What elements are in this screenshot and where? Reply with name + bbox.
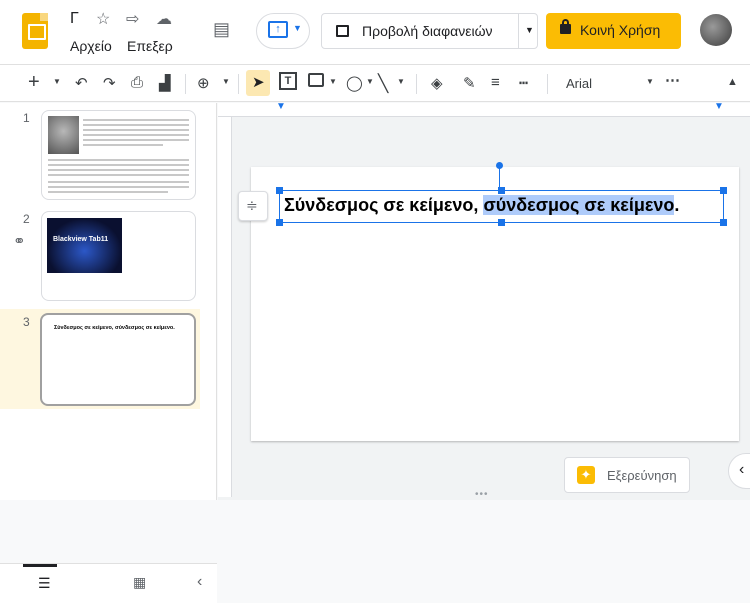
- print-icon[interactable]: ⎙: [131, 74, 143, 91]
- explore-label: Εξερεύνηση: [607, 468, 677, 483]
- border-weight-icon[interactable]: ≡: [491, 74, 500, 91]
- slide-number: 3: [23, 315, 30, 329]
- slide-thumbnail-2[interactable]: Blackview Tab11: [41, 211, 196, 301]
- doc-title[interactable]: Γ: [70, 10, 79, 28]
- more-options-icon[interactable]: ⋯: [665, 71, 680, 89]
- slide-thumbnail-1[interactable]: [41, 110, 196, 200]
- slide-thumbnail-3[interactable]: Σύνδεσμος σε κείμενο, σύνδεσμος σε κείμε…: [40, 313, 196, 406]
- toolbar: + ▼ ↶ ↷ ⎙ ▟ ⊕ ▼ ➤ T ▼ ◯ ▼ ╲ ▼ ◈ ✎ ≡ ┅ Ar…: [0, 64, 750, 102]
- divider: [547, 74, 548, 94]
- undo-icon[interactable]: ↶: [75, 74, 88, 92]
- product-image-text: Blackview Tab11: [53, 236, 109, 243]
- paint-format-icon[interactable]: ▟: [159, 74, 171, 92]
- vertical-align-icon: ≑: [246, 197, 258, 213]
- chevron-left-icon: ‹: [739, 461, 745, 478]
- divider: [518, 14, 519, 48]
- divider: [416, 74, 417, 94]
- resize-grip-icon[interactable]: •••: [475, 489, 489, 500]
- shape-dropdown-icon[interactable]: ▼: [366, 77, 374, 86]
- select-tool-button[interactable]: ➤: [246, 70, 270, 96]
- zoom-icon[interactable]: ⊕: [197, 74, 210, 92]
- new-slide-dropdown-icon[interactable]: ▼: [53, 77, 61, 86]
- line-dropdown-icon[interactable]: ▼: [397, 77, 405, 86]
- image-dropdown-icon[interactable]: ▼: [329, 77, 337, 86]
- collapse-toolbar-icon[interactable]: ▲: [727, 76, 738, 88]
- filmstrip-footer: ☰ ▦ ‹: [0, 563, 217, 603]
- lock-shackle: [562, 19, 569, 26]
- divider: [185, 74, 186, 94]
- new-slide-icon[interactable]: +: [28, 71, 40, 94]
- play-icon: [336, 25, 349, 37]
- slideshow-options-icon[interactable]: ▼: [525, 25, 534, 35]
- vertical-ruler: [218, 117, 232, 497]
- grid-view-icon[interactable]: ▦: [133, 574, 146, 591]
- shape-icon[interactable]: ◯: [346, 74, 363, 92]
- line-icon[interactable]: ╲: [378, 74, 388, 94]
- slide[interactable]: Σύνδεσμος σε κείμενο, σύνδεσμος σε κείμε…: [251, 162, 739, 441]
- rotate-handle[interactable]: [496, 162, 503, 169]
- explore-button[interactable]: ✦ Εξερεύνηση: [564, 457, 690, 493]
- selected-text-box[interactable]: Σύνδεσμος σε κείμενο, σύνδεσμος σε κείμε…: [276, 187, 727, 226]
- right-indent-marker-icon[interactable]: ▼: [714, 101, 724, 112]
- zoom-dropdown-icon[interactable]: ▼: [222, 77, 230, 86]
- resize-handle[interactable]: [498, 187, 505, 194]
- fill-color-icon[interactable]: ◈: [431, 74, 443, 92]
- text-end: .: [674, 195, 680, 215]
- slide-text[interactable]: Σύνδεσμος σε κείμενο, σύνδεσμος σε κείμε…: [284, 195, 679, 216]
- left-indent-marker-icon[interactable]: ▼: [276, 101, 286, 112]
- collapse-panel-icon[interactable]: ‹: [197, 573, 202, 591]
- border-color-icon[interactable]: ✎: [463, 74, 476, 92]
- move-to-folder-icon[interactable]: ⇨: [126, 9, 139, 29]
- share-button[interactable]: Κοινή Χρήση: [546, 13, 681, 49]
- star-icon[interactable]: ☆: [96, 9, 110, 29]
- resize-handle[interactable]: [498, 219, 505, 226]
- filmstrip-view-icon[interactable]: ☰: [38, 575, 51, 592]
- cloud-status-icon[interactable]: ☁: [156, 9, 172, 29]
- resize-handle[interactable]: [720, 187, 727, 194]
- product-image: Blackview Tab11: [47, 218, 122, 273]
- resize-handle[interactable]: [276, 219, 283, 226]
- align-options-button[interactable]: ≑: [238, 191, 268, 221]
- present-mode-button[interactable]: ↑ ▼: [256, 13, 310, 49]
- slide-number: 2: [23, 212, 30, 226]
- font-selector[interactable]: Arial: [566, 76, 592, 91]
- slideshow-label: Προβολή διαφανειών: [362, 23, 493, 39]
- header-bar: Γ ☆ ⇨ ☁ Αρχείο Επεξερ ▤ ↑ ▼ Προβολή διαφ…: [0, 0, 750, 64]
- redo-icon[interactable]: ↷: [103, 74, 116, 92]
- menu-edit[interactable]: Επεξερ: [127, 38, 173, 54]
- image-icon[interactable]: [308, 73, 324, 87]
- slideshow-button[interactable]: Προβολή διαφανειών ▼: [321, 13, 538, 49]
- portrait-image: [48, 116, 79, 154]
- menu-file[interactable]: Αρχείο: [70, 38, 112, 54]
- text-box-icon[interactable]: T: [279, 72, 297, 90]
- resize-handle[interactable]: [276, 187, 283, 194]
- link-icon: ⚭: [13, 233, 26, 250]
- side-panel-toggle[interactable]: ‹: [728, 453, 750, 489]
- resize-handle[interactable]: [720, 219, 727, 226]
- slide-3-thumb-text: Σύνδεσμος σε κείμενο, σύνδεσμος σε κείμε…: [54, 325, 175, 331]
- slides-logo-icon[interactable]: [22, 13, 48, 49]
- text-plain: Σύνδεσμος σε κείμενο,: [284, 195, 484, 215]
- share-label: Κοινή Χρήση: [580, 22, 661, 38]
- comments-icon[interactable]: ▤: [213, 19, 230, 40]
- avatar[interactable]: [700, 14, 732, 46]
- upload-present-icon: ↑: [268, 21, 288, 38]
- text-selected: σύνδεσμος σε κείμενο: [483, 195, 675, 215]
- filmstrip-panel: 1 2 ⚭ Blackview Tab11 3 Σύνδεσμος σε κεί…: [0, 103, 217, 603]
- font-dropdown-icon[interactable]: ▼: [646, 77, 654, 86]
- horizontal-ruler: ▼ ▼: [218, 101, 750, 117]
- divider: [238, 74, 239, 94]
- active-view-indicator: [23, 564, 57, 567]
- slide-editor-canvas: ▼ ▼ Σύνδεσμος σε κείμενο, σύνδεσμος σε κ…: [218, 101, 750, 500]
- border-dash-icon[interactable]: ┅: [519, 74, 528, 92]
- rotate-line: [499, 166, 500, 188]
- explore-icon: ✦: [577, 466, 595, 484]
- cursor-arrow-icon: ➤: [252, 74, 265, 91]
- chevron-down-icon: ▼: [293, 23, 302, 33]
- slide-number: 1: [23, 111, 30, 125]
